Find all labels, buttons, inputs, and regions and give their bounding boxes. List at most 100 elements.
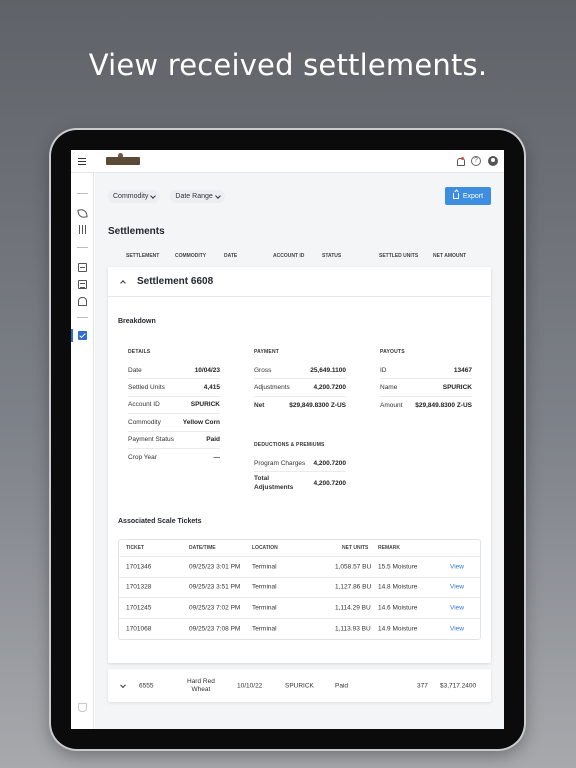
sliders-icon[interactable] xyxy=(78,225,87,234)
view-ticket-link[interactable]: View xyxy=(450,626,464,633)
col-account-id[interactable]: ACCOUNT ID xyxy=(273,253,304,259)
rail-divider xyxy=(77,193,88,194)
ticket-net-units: 1,113.93 BU xyxy=(335,625,371,633)
breakdown-heading: Breakdown xyxy=(118,318,156,325)
settlement-card-header[interactable]: Settlement 6608 xyxy=(108,267,491,297)
help-icon[interactable]: ? xyxy=(471,156,481,166)
detail-value: — xyxy=(213,454,221,462)
page-title: Settlements xyxy=(108,226,165,237)
ticket-datetime: 09/25/23 7:02 PM xyxy=(189,604,241,612)
detail-row: Date 10/04/23 xyxy=(128,362,220,380)
ticket-id: 1701245 xyxy=(126,604,152,612)
crop-leaf-icon[interactable] xyxy=(77,208,88,219)
settlement-units: 377 xyxy=(417,682,428,689)
col-settled-units[interactable]: SETTLED UNITS xyxy=(379,253,418,259)
contracts-icon[interactable] xyxy=(78,280,87,289)
commodity-filter[interactable]: Commodity xyxy=(108,190,161,203)
col-settlement[interactable]: SETTLEMENT xyxy=(126,253,159,259)
ticket-id: 1701328 xyxy=(126,583,152,591)
view-ticket-link[interactable]: View xyxy=(450,604,464,611)
ticket-row: 1701068 09/25/23 7:08 PM Terminal 1,113.… xyxy=(119,619,480,640)
payout-row: Name SPURICK xyxy=(380,379,472,397)
silo-icon[interactable] xyxy=(78,297,87,306)
detail-row: Account ID SPURICK xyxy=(128,397,220,415)
col-commodity[interactable]: COMMODITY xyxy=(175,253,206,259)
chevron-down-icon xyxy=(150,192,157,199)
export-label: Export xyxy=(462,192,484,200)
detail-row: Crop Year — xyxy=(128,449,220,466)
settlement-date: 10/10/22 xyxy=(237,682,263,689)
payout-value: SPURICK xyxy=(442,384,472,392)
details-section: DETAILS Date 10/04/23 Settled Units 4,415 … xyxy=(128,349,220,466)
active-indicator xyxy=(71,329,73,342)
detail-value: SPURICK xyxy=(190,401,220,409)
filter-bar: Commodity Date Range xyxy=(108,190,225,203)
detail-value: Paid xyxy=(206,436,220,444)
app-screen: ? Commodity Date Range Export Settlement… xyxy=(71,150,504,729)
deduction-row: Total Adjustments 4,200.7200 xyxy=(254,472,346,494)
ticket-net-units: 1,058.57 BU xyxy=(335,563,372,571)
col-net-amount[interactable]: NET AMOUNT xyxy=(433,253,466,259)
ticket-id: 1701068 xyxy=(126,625,152,633)
top-app-bar: ? xyxy=(71,150,504,173)
payment-row: Adjustments 4,200.7200 xyxy=(254,379,346,397)
col-date[interactable]: DATE xyxy=(224,253,237,259)
th-ticket: TICKET xyxy=(126,545,145,551)
ticket-location: Terminal xyxy=(252,625,277,633)
ticket-datetime: 09/25/23 3:01 PM xyxy=(189,563,241,571)
detail-key: Account ID xyxy=(128,401,160,409)
detail-row: Settled Units 4,415 xyxy=(128,379,220,397)
ticket-remark: 15.5 Moisture xyxy=(378,563,418,571)
rail-divider xyxy=(77,247,88,248)
user-avatar-icon[interactable] xyxy=(488,156,498,166)
payment-section: PAYMENT Gross 25,649.1100 Adjustments 4,20… xyxy=(254,349,346,414)
company-logo xyxy=(106,153,140,165)
notification-bell-icon[interactable] xyxy=(456,157,465,166)
ticket-net-units: 1,127.86 BU xyxy=(335,583,372,591)
settlement-row-collapsed[interactable]: 6555 Hard Red Wheat 10/10/22 SPURICK Pai… xyxy=(108,669,491,702)
view-ticket-link[interactable]: View xyxy=(450,584,464,591)
payout-key: Name xyxy=(380,384,398,392)
th-remark: REMARK xyxy=(378,545,400,551)
marketing-headline: View received settlements. xyxy=(88,48,488,82)
ticket-remark: 14.6 Moisture xyxy=(378,604,418,612)
ticket-location: Terminal xyxy=(252,563,277,571)
ticket-id: 1701346 xyxy=(126,563,152,571)
payment-value: 4,200.7200 xyxy=(313,384,346,392)
settlement-id: 6555 xyxy=(139,682,154,689)
payment-value: $29,849.8300 Z-US xyxy=(289,401,346,409)
chevron-down-icon[interactable] xyxy=(120,681,126,688)
ticket-row: 1701346 09/25/23 3:01 PM Terminal 1,058.… xyxy=(119,557,480,578)
ticket-remark: 14.8 Moisture xyxy=(378,583,418,591)
payout-key: Amount xyxy=(380,401,403,409)
export-icon xyxy=(452,193,459,199)
ticket-location: Terminal xyxy=(252,583,277,591)
settlements-check-icon[interactable] xyxy=(78,331,87,340)
payout-row: Amount $29,849.8300 Z-US xyxy=(380,397,472,414)
detail-key: Settled Units xyxy=(128,384,165,392)
ticket-datetime: 09/25/23 3:51 PM xyxy=(189,583,241,591)
date-range-filter[interactable]: Date Range xyxy=(170,190,225,203)
ticket-row: 1701328 09/25/23 3:51 PM Terminal 1,127.… xyxy=(119,578,480,599)
view-ticket-link[interactable]: View xyxy=(450,563,464,570)
deduction-key: Total Adjustments xyxy=(254,475,294,492)
chevron-up-icon[interactable] xyxy=(120,280,126,286)
deduction-value: 4,200.7200 xyxy=(313,479,346,487)
tablet-frame: ? Commodity Date Range Export Settlement… xyxy=(51,130,524,749)
commodity-line2: Wheat xyxy=(191,685,211,693)
menu-icon[interactable] xyxy=(78,157,86,165)
export-button[interactable]: Export xyxy=(445,187,491,205)
deductions-section: DEDUCTIONS & PREMIUMS Program Charges 4,2… xyxy=(254,442,346,494)
deduction-key: Program Charges xyxy=(254,459,306,467)
th-datetime: DATE/TIME xyxy=(189,545,216,551)
tickets-header-row: TICKET DATE/TIME LOCATION NET UNITS REMA… xyxy=(119,540,480,557)
col-status[interactable]: STATUS xyxy=(322,253,341,259)
inventory-icon[interactable] xyxy=(78,263,87,272)
side-nav-rail xyxy=(71,173,94,729)
commodity-line1: Hard Red xyxy=(187,677,215,685)
detail-value: Yellow Corn xyxy=(182,418,220,426)
payment-value: 25,649.1100 xyxy=(310,366,346,374)
payment-row: Gross 25,649.1100 xyxy=(254,362,346,380)
th-net-units: NET UNITS xyxy=(342,545,369,551)
scale-tickets-heading: Associated Scale Tickets xyxy=(118,518,202,525)
